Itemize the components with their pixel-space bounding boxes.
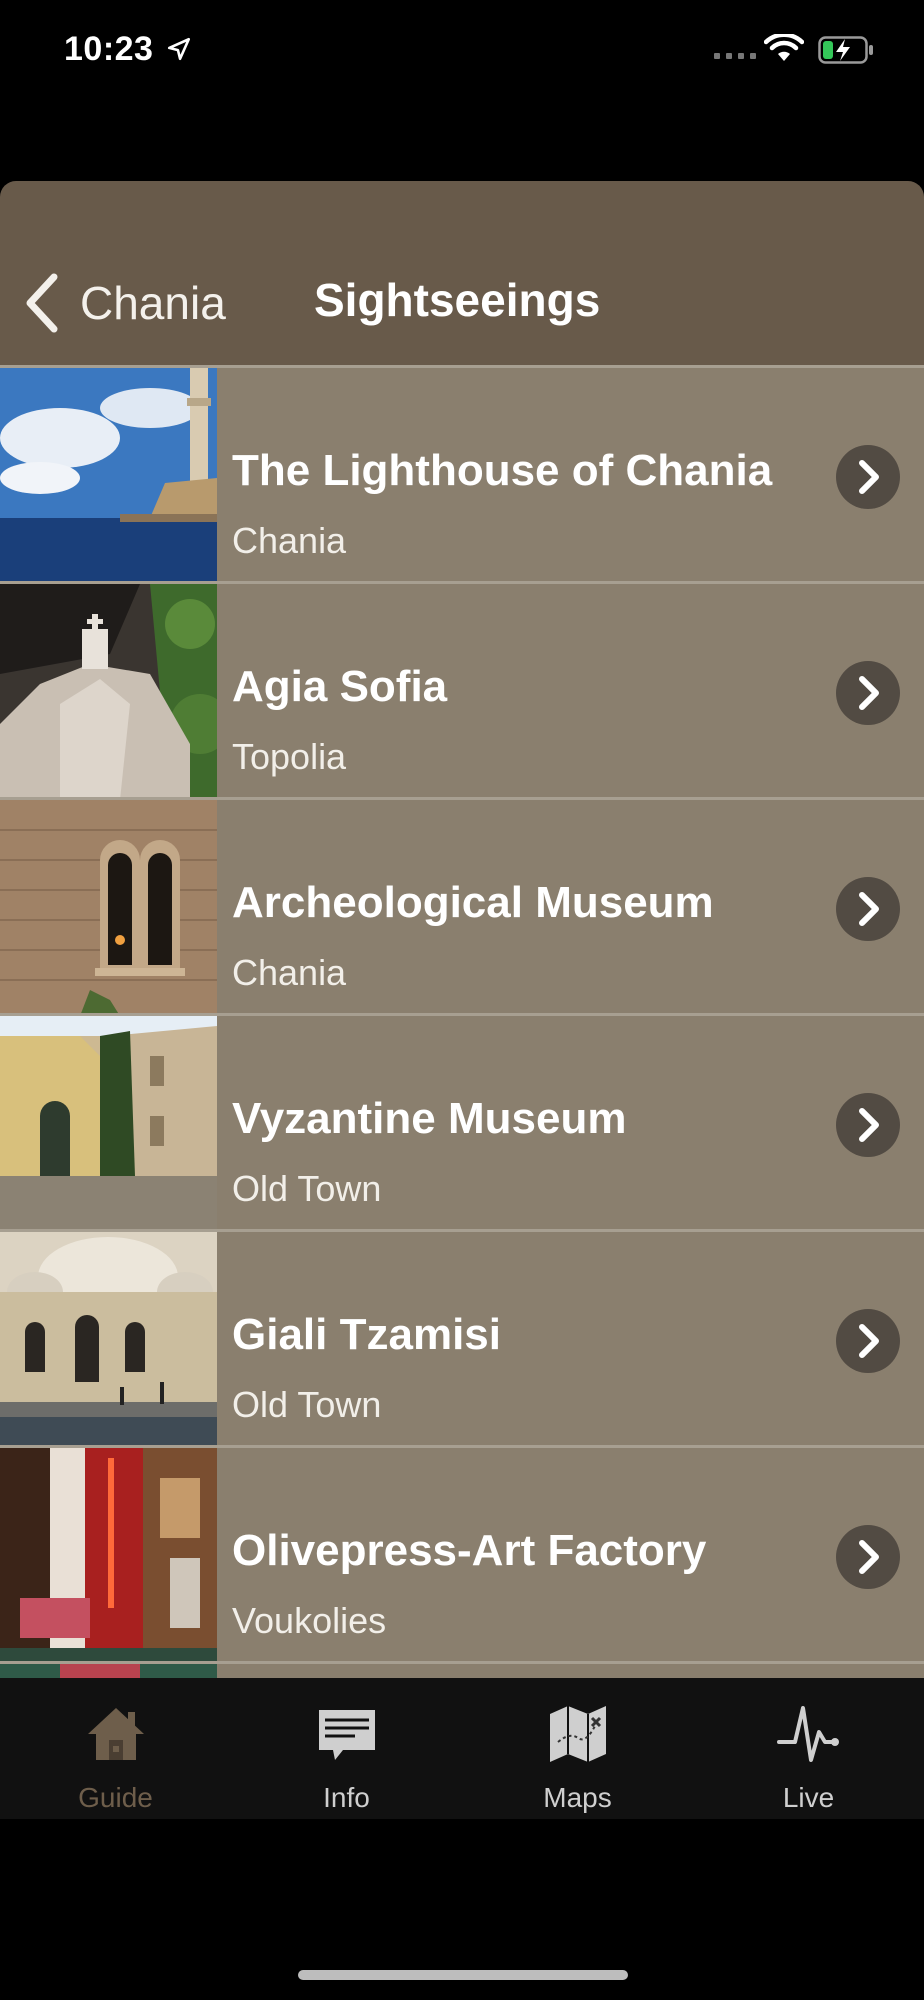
item-title: The Lighthouse of Chania (232, 446, 773, 495)
home-indicator[interactable] (298, 1970, 628, 1980)
vyzantine-museum-thumbnail (0, 1016, 217, 1232)
sightseeing-list: The Lighthouse of Chania Chania Agia Sof… (0, 365, 924, 1819)
item-location: Old Town (232, 1168, 382, 1209)
chevron-right-icon (859, 892, 879, 926)
lighthouse-thumbnail (0, 368, 217, 584)
chevron-right-icon (859, 1324, 879, 1358)
list-item-olivepress-art-factory[interactable]: Olivepress-Art Factory Voukolies (0, 1445, 924, 1664)
list-item-archeological-museum[interactable]: Archeological Museum Chania (0, 797, 924, 1016)
item-title: Vyzantine Museum (232, 1094, 627, 1143)
disclosure-button[interactable] (836, 445, 900, 509)
house-icon (88, 1708, 144, 1760)
tab-guide-label: Guide (78, 1782, 153, 1813)
item-location: Old Town (232, 1384, 382, 1425)
map-icon (550, 1706, 606, 1762)
back-button[interactable]: Chania (22, 271, 226, 335)
giali-tzamisi-thumbnail (0, 1232, 217, 1448)
wifi-icon (764, 34, 804, 61)
list-item-lighthouse-of-chania[interactable]: The Lighthouse of Chania Chania (0, 365, 924, 584)
disclosure-button[interactable] (836, 661, 900, 725)
sightseeings-panel: Chania Sightseeings The Lighthouse of Ch… (0, 181, 924, 1819)
tab-live-label: Live (782, 1782, 835, 1813)
agia-sofia-thumbnail (0, 584, 217, 800)
info-card-icon (319, 1710, 375, 1760)
item-location: Chania (232, 952, 347, 993)
item-location: Topolia (232, 736, 347, 777)
tab-guide[interactable]: Guide (0, 1678, 231, 1819)
chevron-right-icon (859, 460, 879, 494)
tab-maps-label: Maps (543, 1782, 612, 1813)
pulse-icon (777, 1706, 839, 1762)
item-location: Chania (232, 520, 347, 561)
item-title: Olivepress-Art Factory (232, 1526, 707, 1575)
disclosure-button[interactable] (836, 877, 900, 941)
list-item-giali-tzamisi[interactable]: Giali Tzamisi Old Town (0, 1229, 924, 1448)
list-item-vyzantine-museum[interactable]: Vyzantine Museum Old Town (0, 1013, 924, 1232)
list-item-agia-sofia[interactable]: Agia Sofia Topolia (0, 581, 924, 800)
disclosure-button[interactable] (836, 1525, 900, 1589)
tab-bar: Guide Info Maps Live (0, 1678, 924, 1819)
tab-live[interactable]: Live (693, 1678, 924, 1819)
cellular-signal-icon (714, 53, 756, 59)
item-title: Agia Sofia (232, 662, 448, 711)
chevron-right-icon (859, 1540, 879, 1574)
archeological-museum-thumbnail (0, 800, 217, 1016)
item-title: Archeological Museum (232, 878, 714, 927)
battery-charging-icon (818, 36, 873, 64)
status-bar: 10:23 (0, 0, 924, 100)
chevron-right-icon (859, 676, 879, 710)
status-time: 10:23 (64, 30, 154, 68)
chevron-left-icon (26, 273, 58, 333)
item-location: Voukolies (232, 1600, 387, 1641)
disclosure-button[interactable] (836, 1093, 900, 1157)
item-title: Giali Tzamisi (232, 1310, 501, 1359)
olivepress-art-factory-thumbnail (0, 1448, 217, 1664)
tab-info-label: Info (323, 1782, 370, 1813)
back-button-label: Chania (80, 277, 226, 329)
navigation-bar: Chania Sightseeings (0, 181, 924, 365)
chevron-right-icon (859, 1108, 879, 1142)
tab-info[interactable]: Info (231, 1678, 462, 1819)
disclosure-button[interactable] (836, 1309, 900, 1373)
tab-maps[interactable]: Maps (462, 1678, 693, 1819)
location-arrow-icon (167, 37, 191, 61)
page-title: Sightseeings (314, 274, 601, 326)
